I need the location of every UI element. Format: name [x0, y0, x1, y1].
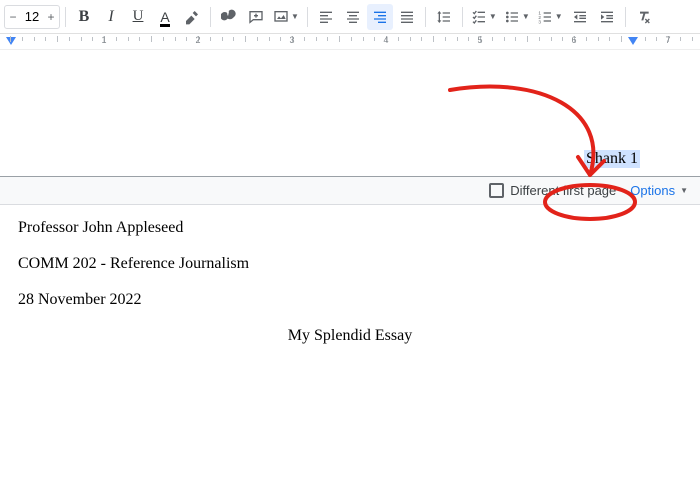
- clear-formatting-button[interactable]: [631, 4, 657, 30]
- align-right-icon: [372, 9, 388, 25]
- decrease-indent-button[interactable]: [567, 4, 593, 30]
- essay-title[interactable]: My Splendid Essay: [18, 327, 682, 345]
- separator: [462, 7, 463, 27]
- checkbox-icon: [489, 183, 504, 198]
- bullet-list-icon: [504, 9, 520, 25]
- bold-glyph: B: [79, 8, 90, 26]
- align-right-button[interactable]: [367, 4, 393, 30]
- chevron-down-icon: ▼: [291, 12, 299, 21]
- clear-format-icon: [636, 9, 652, 25]
- chevron-down-icon: ▼: [555, 12, 563, 21]
- separator: [625, 7, 626, 27]
- running-head-text[interactable]: Shank 1: [584, 150, 640, 168]
- checklist-icon: [471, 9, 487, 25]
- italic-glyph: I: [108, 8, 113, 26]
- separator: [65, 7, 66, 27]
- align-left-button[interactable]: [313, 4, 339, 30]
- font-size-input[interactable]: [21, 8, 43, 25]
- bold-button[interactable]: B: [71, 4, 97, 30]
- font-size-stepper[interactable]: − +: [4, 5, 60, 29]
- ruler-label: 7: [665, 35, 670, 45]
- chevron-down-icon: ▼: [489, 12, 497, 21]
- align-center-icon: [345, 9, 361, 25]
- formatting-toolbar: − + B I U A ▼: [0, 0, 700, 34]
- line-spacing-button[interactable]: [431, 4, 457, 30]
- underline-button[interactable]: U: [125, 4, 151, 30]
- align-center-button[interactable]: [340, 4, 366, 30]
- insert-link-button[interactable]: [216, 4, 242, 30]
- italic-button[interactable]: I: [98, 4, 124, 30]
- options-label: Options: [630, 183, 675, 198]
- separator: [210, 7, 211, 27]
- ruler-label: 4: [383, 35, 388, 45]
- ruler-label: 5: [477, 35, 482, 45]
- text-color-glyph: A: [160, 9, 169, 25]
- horizontal-ruler[interactable]: 1 2 3 4 5 6 7: [0, 34, 700, 50]
- font-size-group: − +: [4, 5, 60, 29]
- link-icon: [221, 9, 237, 25]
- ruler-label: 3: [289, 35, 294, 45]
- ruler-label: 1: [101, 35, 106, 45]
- font-size-decrease[interactable]: −: [5, 10, 21, 24]
- text-color-button[interactable]: A: [152, 4, 178, 30]
- right-indent-marker[interactable]: [628, 37, 638, 45]
- indent-increase-icon: [599, 9, 615, 25]
- align-justify-button[interactable]: [394, 4, 420, 30]
- font-size-increase[interactable]: +: [43, 10, 59, 24]
- ruler-label: 6: [571, 35, 576, 45]
- chevron-down-icon: ▼: [680, 186, 688, 195]
- align-justify-icon: [399, 9, 415, 25]
- heading-line-date[interactable]: 28 November 2022: [18, 291, 682, 309]
- insert-comment-button[interactable]: [243, 4, 269, 30]
- heading-line-professor[interactable]: Professor John Appleseed: [18, 219, 682, 237]
- image-icon: [273, 9, 289, 25]
- numbered-list-icon: 123: [537, 9, 553, 25]
- insert-image-button[interactable]: ▼: [270, 4, 302, 30]
- separator: [425, 7, 426, 27]
- underline-glyph: U: [133, 8, 144, 25]
- page-header-area[interactable]: Shank 1: [0, 50, 700, 176]
- checklist-button[interactable]: ▼: [468, 4, 500, 30]
- highlighter-icon: [184, 9, 200, 25]
- numbered-list-button[interactable]: 123 ▼: [534, 4, 566, 30]
- document-body[interactable]: Professor John Appleseed COMM 202 - Refe…: [0, 205, 700, 377]
- ruler-label: 2: [195, 35, 200, 45]
- align-left-icon: [318, 9, 334, 25]
- different-first-page-label: Different first page: [510, 183, 616, 198]
- highlight-button[interactable]: [179, 4, 205, 30]
- comment-icon: [248, 9, 264, 25]
- bulleted-list-button[interactable]: ▼: [501, 4, 533, 30]
- heading-line-course[interactable]: COMM 202 - Reference Journalism: [18, 255, 682, 273]
- indent-decrease-icon: [572, 9, 588, 25]
- svg-text:3: 3: [538, 19, 541, 24]
- header-options-menu[interactable]: Options ▼: [630, 183, 688, 198]
- separator: [307, 7, 308, 27]
- different-first-page-toggle[interactable]: Different first page: [489, 183, 616, 198]
- document-page: Shank 1 Different first page Options ▼ P…: [0, 50, 700, 498]
- line-spacing-icon: [436, 9, 452, 25]
- header-options-bar: Different first page Options ▼: [0, 176, 700, 205]
- increase-indent-button[interactable]: [594, 4, 620, 30]
- chevron-down-icon: ▼: [522, 12, 530, 21]
